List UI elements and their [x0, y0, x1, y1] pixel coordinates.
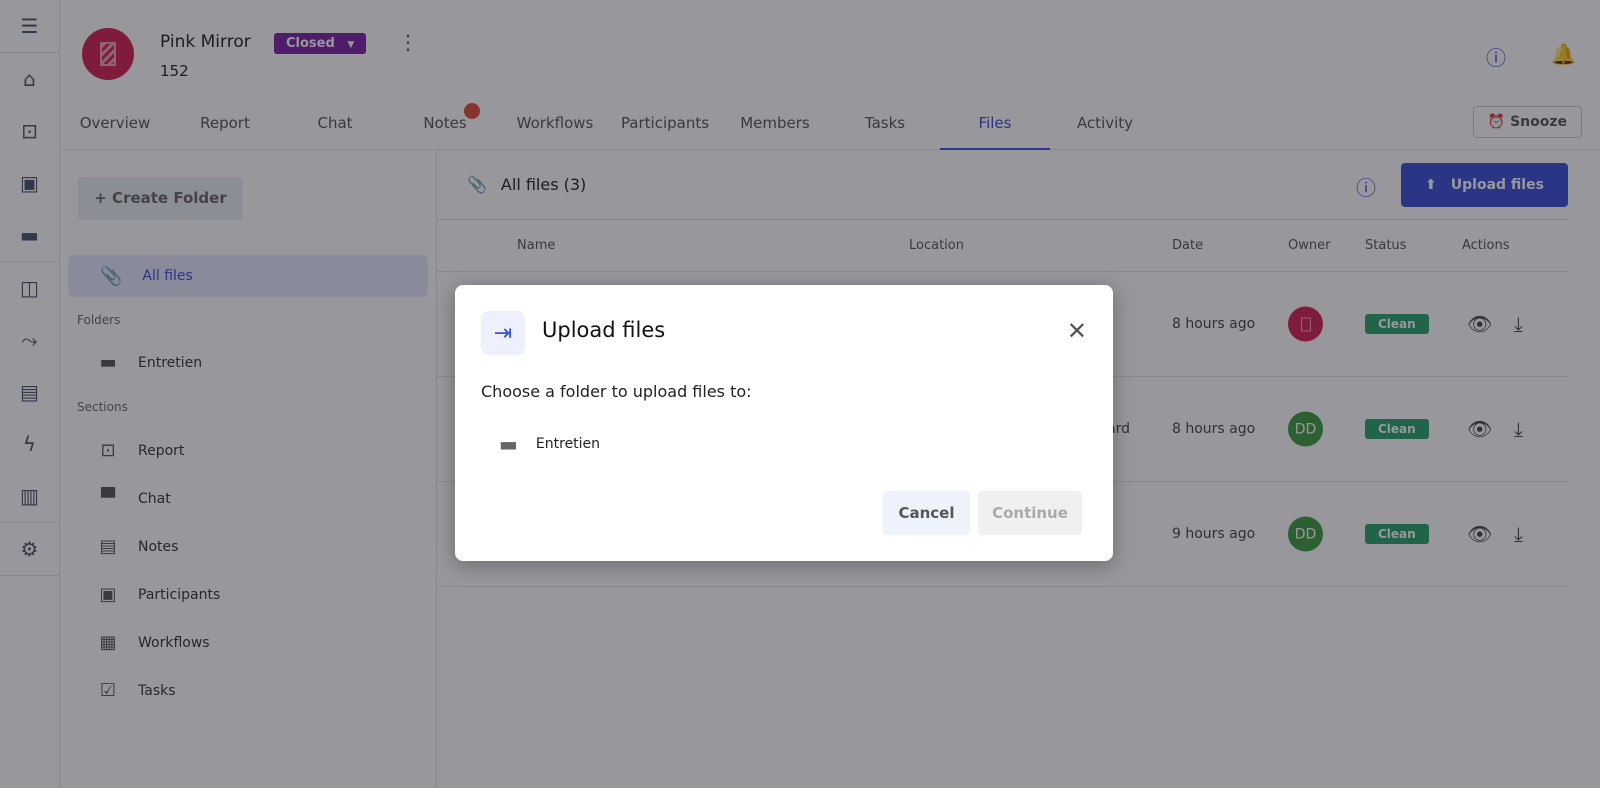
folder-icon: ▬: [499, 432, 518, 456]
upload-exit-icon: ⇥: [481, 311, 525, 355]
close-icon[interactable]: ✕: [1067, 317, 1087, 345]
continue-button[interactable]: Continue: [978, 491, 1082, 535]
folder-option[interactable]: ▬ Entretien: [499, 432, 600, 456]
dialog-title: Upload files: [542, 318, 666, 342]
upload-files-dialog: ⇥ Upload files ✕ Choose a folder to uplo…: [455, 285, 1113, 561]
folder-label: Entretien: [535, 436, 601, 452]
dialog-description: Choose a folder to upload files to:: [481, 382, 752, 401]
cancel-button[interactable]: Cancel: [883, 491, 970, 535]
